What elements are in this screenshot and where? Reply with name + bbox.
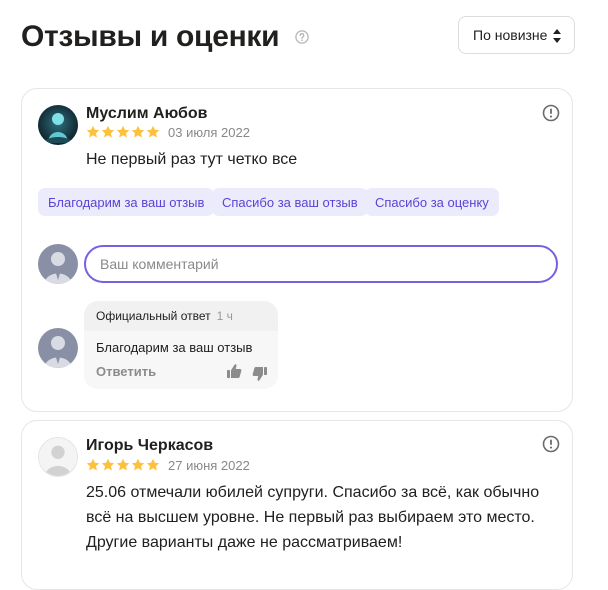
star-icon (116, 458, 130, 471)
sort-arrows-icon (553, 29, 561, 43)
review-text-line: 25.06 отмечали юбилей супруги. Спасибо з… (86, 484, 540, 501)
official-reply-label: Официальный ответ (96, 309, 211, 323)
owner-avatar (38, 328, 78, 368)
star-icon (131, 458, 145, 471)
star-icon (101, 458, 115, 471)
owner-avatar (38, 244, 78, 284)
author-name[interactable]: Муслим Аюбов (86, 105, 208, 123)
quick-reply-chip[interactable]: Благодарим за ваш отзыв (38, 188, 215, 216)
review-card: Муслим Аюбов 03 июля 2022 Не первый раз … (21, 88, 573, 412)
thumbs-up-icon[interactable] (226, 363, 242, 379)
official-reply-header: Официальный ответ 1 ч (96, 309, 233, 323)
review-text-line: Другие варианты даже не рассматриваем! (86, 534, 403, 551)
star-icon (131, 125, 145, 138)
review-text-line: всё на высшем уровне. Не первый раз выби… (86, 509, 535, 526)
star-icon (101, 125, 115, 138)
avatar[interactable] (38, 437, 78, 477)
question-circle-icon[interactable] (295, 30, 309, 44)
star-icon (146, 458, 160, 471)
official-reply-body: Благодарим за ваш отзыв Ответить (84, 331, 278, 389)
review-text: Не первый раз тут четко все (86, 151, 298, 168)
review-text: 25.06 отмечали юбилей супруги. Спасибо з… (86, 480, 566, 555)
quick-reply-chip[interactable]: Спасибо за ваш отзыв (212, 188, 368, 216)
page-title: Отзывы и оценки (21, 20, 280, 53)
avatar[interactable] (38, 105, 78, 145)
reviews-header: Отзывы и оценки По новизне (21, 16, 575, 58)
reply-button[interactable]: Ответить (96, 364, 156, 379)
author-name[interactable]: Игорь Черкасов (86, 437, 213, 455)
exclamation-circle-icon[interactable] (542, 435, 560, 453)
star-icon (146, 125, 160, 138)
star-icon (116, 125, 130, 138)
star-icon (86, 125, 100, 138)
sort-select-value: По новизне (473, 27, 548, 43)
official-reply-time: 1 ч (216, 309, 233, 323)
review-date: 03 июля 2022 (168, 125, 250, 140)
official-reply-text: Благодарим за ваш отзыв (96, 340, 253, 355)
official-reply: Официальный ответ 1 ч Благодарим за ваш о… (84, 301, 278, 389)
sort-select[interactable]: По новизне (458, 16, 575, 54)
star-icon (86, 458, 100, 471)
quick-reply-chip[interactable]: Спасибо за оценку (365, 188, 499, 216)
rating-stars (86, 458, 160, 472)
exclamation-circle-icon[interactable] (542, 104, 560, 122)
thumbs-down-icon[interactable] (252, 366, 268, 382)
review-card: Игорь Черкасов 27 июня 2022 25.06 отмеча… (21, 420, 573, 590)
comment-input[interactable] (84, 245, 558, 283)
review-date: 27 июня 2022 (168, 458, 250, 473)
rating-stars (86, 125, 160, 139)
